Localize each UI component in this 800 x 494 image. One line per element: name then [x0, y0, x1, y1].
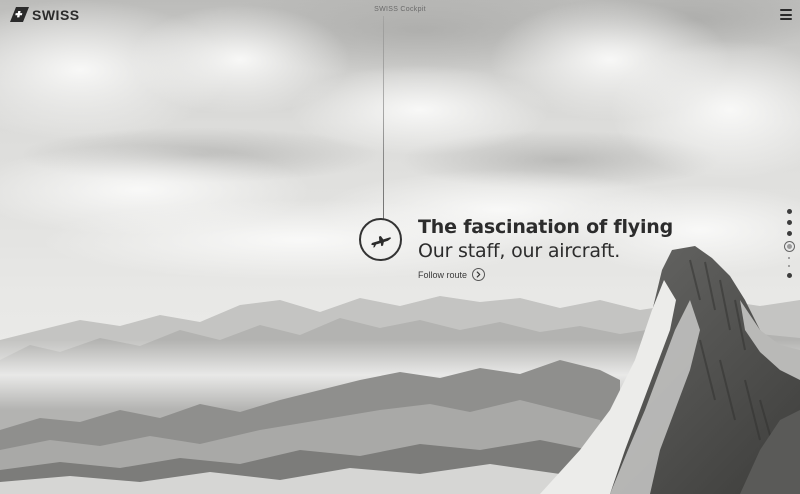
- section-dot[interactable]: [786, 220, 792, 225]
- flight-badge[interactable]: [359, 218, 402, 261]
- route-line: [383, 16, 384, 219]
- follow-route-label: Follow route: [418, 269, 468, 280]
- page: SWISS SWISS Cockpit The fascination of f…: [0, 0, 800, 494]
- hero-title: The fascination of flying: [418, 216, 674, 238]
- section-dot[interactable]: [788, 265, 790, 267]
- menu-line: [780, 13, 792, 16]
- section-dot-nav: [784, 209, 794, 278]
- hamburger-menu-icon[interactable]: [780, 9, 792, 20]
- section-dot[interactable]: [786, 209, 792, 214]
- menu-line: [780, 18, 792, 20]
- section-dot[interactable]: [786, 273, 792, 278]
- airplane-icon: [370, 235, 391, 248]
- hero-subtitle: Our staff, our aircraft.: [418, 240, 621, 262]
- chevron-right-icon: [472, 268, 486, 281]
- section-dot-active[interactable]: [784, 242, 794, 251]
- section-dot[interactable]: [786, 231, 792, 236]
- section-dot[interactable]: [788, 257, 790, 259]
- chevron-right-glyph: [476, 271, 481, 278]
- follow-route-link[interactable]: Follow route: [418, 268, 486, 281]
- menu-line: [780, 9, 792, 11]
- cockpit-label: SWISS Cockpit: [374, 6, 426, 13]
